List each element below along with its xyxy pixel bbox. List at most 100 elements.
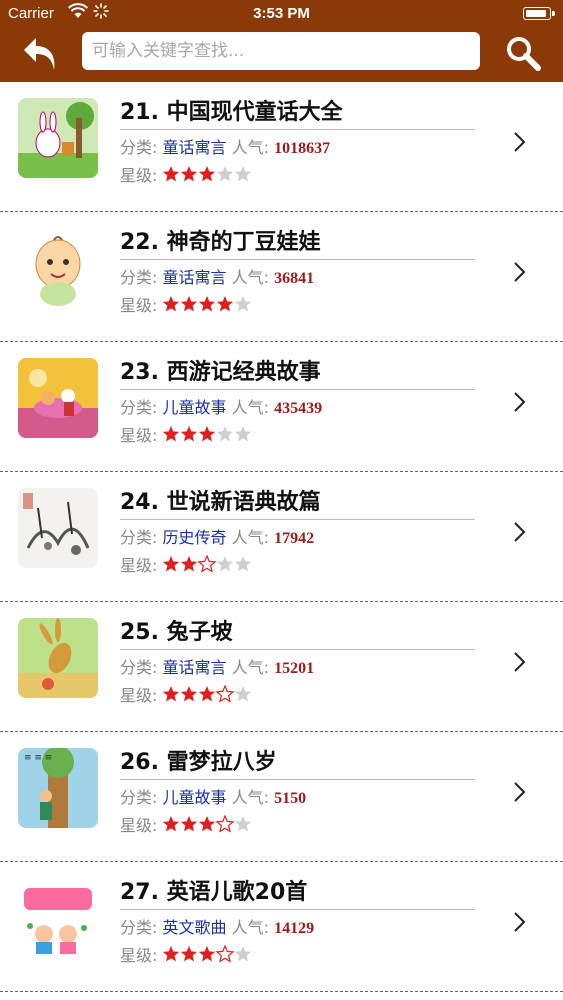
search-button[interactable] [502, 34, 546, 74]
list-item[interactable]: 25. 兔子坡 分类: 童话寓言 人气: 15201 星级: [0, 602, 563, 732]
star-icon [163, 296, 180, 312]
popularity-value: 435439 [274, 400, 323, 417]
popularity-label: 人气: [231, 918, 275, 937]
rating-label: 星级: [120, 426, 163, 445]
book-title: 27. 英语儿歌20首 [120, 880, 308, 905]
book-cover-image [18, 228, 98, 308]
category-value: 历史传奇 [162, 528, 227, 547]
book-cover-image: ≡ ≡ ≡ [18, 748, 98, 828]
category-value: 儿童故事 [162, 398, 227, 417]
category-label: 分类: [120, 138, 163, 157]
divider [120, 909, 475, 910]
book-cover-image [18, 618, 98, 698]
chevron-right-icon [512, 520, 528, 544]
book-title: 24. 世说新语典故篇 [120, 490, 321, 515]
book-title: 23. 西游记经典故事 [120, 360, 321, 385]
book-meta: 分类: 童话寓言 人气: 15201 [120, 654, 314, 678]
search-field[interactable] [82, 32, 480, 70]
popularity-label: 人气: [231, 658, 275, 677]
book-meta: 分类: 英文歌曲 人气: 14129 [120, 914, 314, 938]
star-icon [199, 426, 216, 442]
star-icon [235, 166, 252, 182]
list-item[interactable]: 24. 世说新语典故篇 分类: 历史传奇 人气: 17942 星级: [0, 472, 563, 602]
book-meta: 分类: 儿童故事 人气: 435439 [120, 394, 322, 418]
back-button[interactable] [20, 34, 64, 74]
star-icon [181, 166, 198, 182]
status-time: 3:53 PM [253, 5, 310, 22]
book-cover-image [18, 98, 98, 178]
star-icon [215, 945, 236, 963]
star-icon [235, 296, 252, 312]
star-rating [162, 815, 252, 833]
chevron-right-icon [512, 650, 528, 674]
nav-bar: Carrier 3:53 PM [0, 0, 563, 82]
list-item[interactable]: 22. 神奇的丁豆娃娃 分类: 童话寓言 人气: 36841 星级: [0, 212, 563, 342]
rating-label: 星级: [120, 686, 163, 705]
star-rating [162, 165, 252, 183]
star-icon [163, 166, 180, 182]
book-rating: 星级: [120, 682, 252, 706]
star-icon [181, 426, 198, 442]
search-input[interactable] [82, 32, 480, 70]
book-meta: 分类: 历史传奇 人气: 17942 [120, 524, 314, 548]
category-label: 分类: [120, 658, 163, 677]
star-icon [181, 816, 198, 832]
category-label: 分类: [120, 268, 163, 287]
book-title: 21. 中国现代童话大全 [120, 100, 343, 125]
chevron-right-icon [512, 780, 528, 804]
category-value: 童话寓言 [162, 268, 227, 287]
category-value: 儿童故事 [162, 788, 227, 807]
divider [120, 779, 475, 780]
book-meta: 分类: 童话寓言 人气: 1018637 [120, 134, 330, 158]
star-icon [215, 685, 236, 703]
star-icon [199, 166, 216, 182]
back-arrow-icon [24, 38, 55, 70]
divider [120, 389, 475, 390]
star-icon [217, 166, 234, 182]
star-icon [181, 946, 198, 962]
star-icon [217, 296, 234, 312]
list-item[interactable]: 23. 西游记经典故事 分类: 儿童故事 人气: 435439 星级: [0, 342, 563, 472]
star-icon [235, 426, 252, 442]
category-value: 童话寓言 [162, 658, 227, 677]
book-meta: 分类: 儿童故事 人气: 5150 [120, 784, 306, 808]
magnifier-icon [507, 37, 541, 71]
star-icon [235, 816, 252, 832]
book-cover-image [18, 358, 98, 438]
chevron-right-icon [512, 130, 528, 154]
star-icon [235, 946, 252, 962]
divider [120, 519, 475, 520]
rating-label: 星级: [120, 296, 163, 315]
popularity-value: 15201 [274, 660, 315, 677]
list-item[interactable]: 21. 中国现代童话大全 分类: 童话寓言 人气: 1018637 星级: [0, 82, 563, 212]
popularity-label: 人气: [231, 138, 275, 157]
chevron-right-icon [512, 390, 528, 414]
divider [120, 129, 475, 130]
rating-label: 星级: [120, 166, 163, 185]
star-icon [217, 426, 234, 442]
star-icon [181, 686, 198, 702]
popularity-label: 人气: [231, 788, 275, 807]
star-icon [217, 556, 234, 572]
list-item[interactable]: ≡ ≡ ≡ 26. 雷梦拉八岁 分类: 儿童故事 人气: 5150 星级: [0, 732, 563, 862]
divider [120, 259, 475, 260]
star-icon [235, 686, 252, 702]
popularity-value: 5150 [274, 790, 307, 807]
star-icon [199, 686, 216, 702]
star-rating [162, 945, 252, 963]
rating-label: 星级: [120, 816, 163, 835]
status-bar: Carrier 3:53 PM [0, 0, 563, 28]
star-icon [181, 296, 198, 312]
star-icon [163, 816, 180, 832]
list-item[interactable]: 27. 英语儿歌20首 分类: 英文歌曲 人气: 14129 星级: [0, 862, 563, 992]
rating-label: 星级: [120, 946, 163, 965]
star-rating [162, 425, 252, 443]
divider [120, 649, 475, 650]
book-rating: 星级: [120, 292, 252, 316]
star-icon [163, 426, 180, 442]
book-rating: 星级: [120, 812, 252, 836]
svg-text:≡ ≡ ≡: ≡ ≡ ≡ [24, 753, 52, 763]
popularity-value: 14129 [274, 920, 315, 937]
book-cover-image [18, 878, 98, 958]
category-label: 分类: [120, 398, 163, 417]
